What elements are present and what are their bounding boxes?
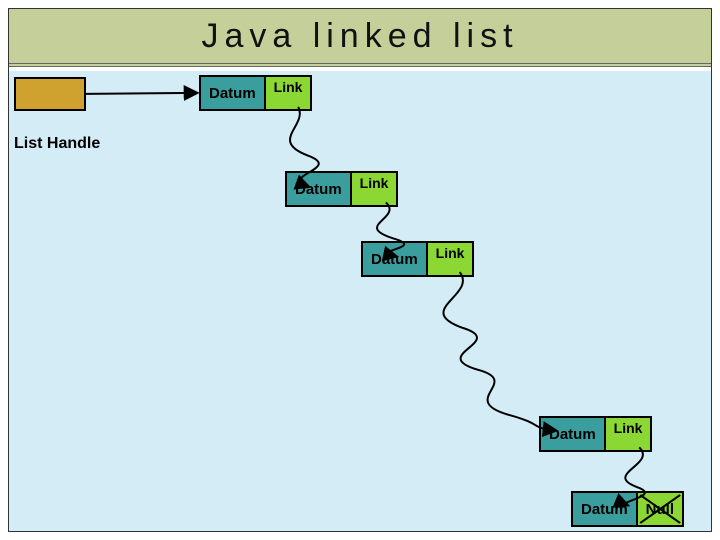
node-4-datum: Datum — [541, 418, 606, 450]
node-5-null: Null — [638, 493, 682, 525]
node-3-link: Link — [428, 243, 473, 275]
slide-frame: Java linked list List Handle Datum Link … — [8, 8, 712, 532]
list-handle-box — [14, 77, 86, 111]
node-2: Datum Link — [285, 171, 398, 207]
node-1: Datum Link — [199, 75, 312, 111]
node-1-datum: Datum — [201, 77, 266, 109]
node-2-datum: Datum — [287, 173, 352, 205]
node-4: Datum Link — [539, 416, 652, 452]
title-bar: Java linked list — [9, 9, 711, 67]
connection-wires — [9, 71, 711, 531]
list-handle-label: List Handle — [14, 135, 100, 153]
node-5-datum: Datum — [573, 493, 638, 525]
slide-title: Java linked list — [201, 17, 518, 56]
node-4-link: Link — [606, 418, 651, 450]
null-label: Null — [646, 501, 674, 518]
node-5: Datum Null — [571, 491, 684, 527]
diagram-canvas: List Handle Datum Link Datum Link Datum … — [9, 71, 711, 531]
node-1-link: Link — [266, 77, 311, 109]
node-2-link: Link — [352, 173, 397, 205]
node-3: Datum Link — [361, 241, 474, 277]
node-3-datum: Datum — [363, 243, 428, 275]
